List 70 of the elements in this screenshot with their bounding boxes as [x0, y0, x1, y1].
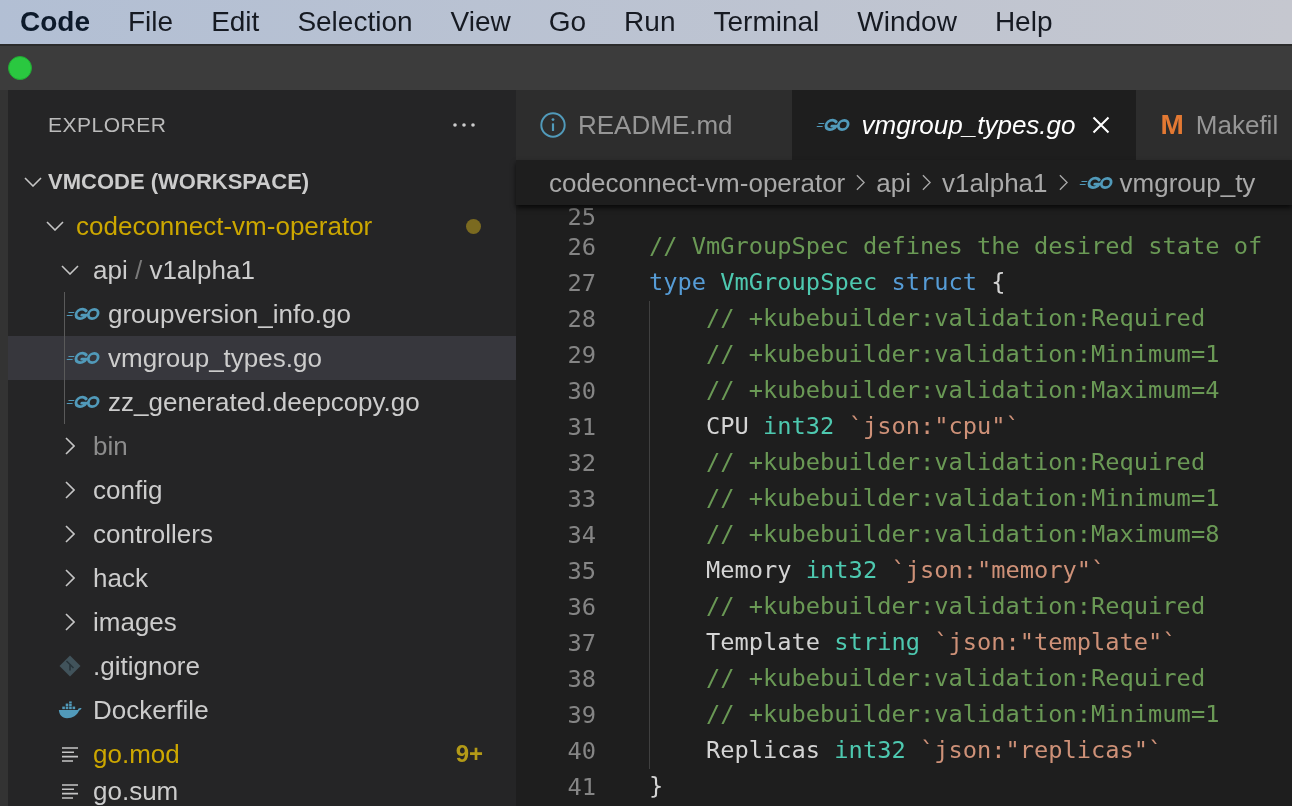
line-number: 32 [566, 451, 596, 475]
breadcrumb-item[interactable]: v1alpha1 [941, 166, 1048, 199]
info-icon [540, 112, 566, 138]
whale-icon [58, 700, 82, 720]
code-line: Template string `json:"template"` [649, 625, 1177, 661]
breadcrumb-item[interactable]: codeconnect-vm-operator [549, 166, 846, 199]
line-number: 38 [566, 667, 596, 691]
go-logo-icon [66, 307, 100, 321]
breadcrumb-item[interactable]: api [876, 166, 911, 199]
line-number: 25 [566, 205, 596, 229]
code-line: // +kubebuilder:validation:Minimum=1 [649, 337, 1220, 373]
line-number: 36 [566, 595, 596, 619]
code-line: // +kubebuilder:validation:Required [649, 301, 1206, 337]
menu-item[interactable]: Help [994, 5, 1053, 39]
window-zoom-button[interactable] [8, 56, 32, 80]
panel-title: EXPLORER [48, 112, 167, 139]
menu-item[interactable]: Go [548, 5, 587, 39]
chevron-right-icon [1058, 174, 1068, 191]
line-number: 41 [566, 775, 596, 799]
menu-item[interactable]: Terminal [713, 5, 820, 39]
line-number: 26 [566, 235, 596, 259]
code-line: // VmGroupSpec defines the desired state of [649, 231, 1263, 263]
app-menu[interactable]: Code [20, 5, 90, 39]
line-number: 39 [566, 703, 596, 727]
tab[interactable]: README.md [516, 90, 792, 160]
line-number: 40 [566, 739, 596, 763]
tab[interactable]: vmgroup_types.go [791, 90, 1137, 160]
tree-item[interactable]: vmgroup_types.go [8, 336, 516, 380]
menu-item[interactable]: Edit [211, 5, 260, 39]
problem-count: 9+ [455, 739, 483, 769]
go-logo-icon [66, 351, 100, 365]
go-logo-icon [815, 118, 850, 132]
line-number: 27 [566, 271, 596, 295]
tab[interactable]: M Makefil [1136, 90, 1292, 160]
chevron-right-icon [921, 174, 931, 191]
git-diamond-icon [59, 655, 81, 677]
menu-item[interactable]: File [128, 5, 174, 39]
menu-item[interactable]: Run [624, 5, 676, 39]
line-number: 29 [566, 343, 596, 367]
letter-m-icon: M [1160, 110, 1184, 140]
code-line: // +kubebuilder:validation:Required [649, 589, 1206, 625]
code-line: type VmGroupSpec struct { [649, 267, 1006, 299]
code-line: // +kubebuilder:validation:Required [649, 661, 1206, 697]
line-number: 33 [566, 487, 596, 511]
line-number: 37 [566, 631, 596, 655]
code-line: Memory int32 `json:"memory"` [649, 553, 1106, 589]
code-line: CPU int32 `json:"cpu"` [649, 409, 1020, 445]
line-number: 28 [566, 307, 596, 331]
menu-item[interactable]: Selection [297, 5, 413, 39]
menu-item[interactable]: View [450, 5, 511, 39]
code-line: // +kubebuilder:validation:Minimum=1 [649, 481, 1220, 517]
go-logo-icon [66, 395, 100, 409]
code-line: // +kubebuilder:validation:Required [649, 445, 1206, 481]
go-logo-icon [1078, 175, 1113, 190]
text-lines-icon [62, 746, 78, 762]
close-icon[interactable] [1092, 116, 1111, 134]
line-number: 30 [566, 379, 596, 403]
code-line: // +kubebuilder:validation:Minimum=1 [649, 697, 1220, 733]
line-number: 31 [566, 415, 596, 439]
more-icon[interactable] [453, 123, 475, 127]
breadcrumb-item[interactable]: vmgroup_ty [1119, 166, 1256, 199]
line-number: 35 [566, 559, 596, 583]
chevron-right-icon [856, 174, 866, 191]
code-line: // +kubebuilder:validation:Maximum=4 [649, 373, 1220, 409]
code-line: // +kubebuilder:validation:Maximum=8 [649, 517, 1220, 553]
text-lines-icon [62, 783, 78, 799]
line-number: 34 [566, 523, 596, 547]
code-line: } [649, 771, 664, 803]
menu-item[interactable]: Window [857, 5, 957, 39]
code-line: Replicas int32 `json:"replicas"` [649, 733, 1163, 769]
